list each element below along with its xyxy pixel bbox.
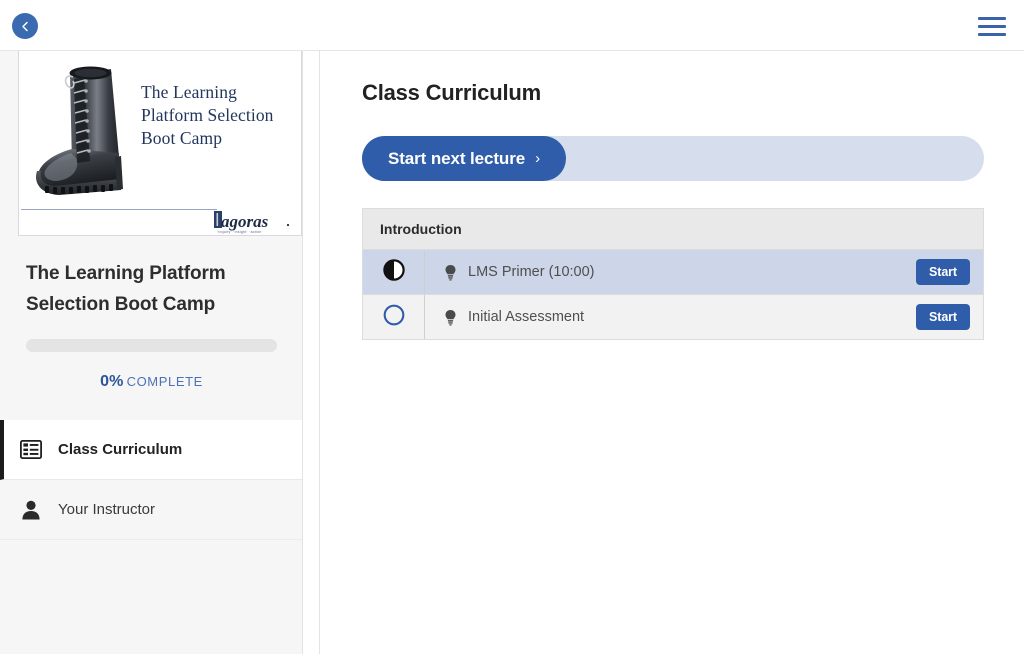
lesson-title: Initial Assessment (468, 309, 585, 325)
tagoras-logo: agoras ·inquiry· ·insight· ·action· (214, 211, 290, 234)
start-button[interactable]: Start (916, 259, 970, 285)
table-row[interactable]: Initial Assessment Start (363, 295, 983, 340)
main-content: Class Curriculum Start next lecture › In… (321, 51, 1024, 654)
hamburger-menu-icon (978, 16, 1006, 20)
hamburger-menu-icon-bar-2 (978, 24, 1006, 28)
page-title: Class Curriculum (362, 80, 541, 105)
lesson-body: Initial Assessment (425, 295, 916, 339)
lesson-action-cell: Start (916, 250, 983, 294)
course-progress-label: 0% COMPLETE (26, 373, 277, 391)
svg-text:·inquiry· ·insight· ·action·: ·inquiry· ·insight· ·action· (217, 230, 263, 234)
curriculum-section-header: Introduction (363, 209, 983, 250)
svg-text:agoras: agoras (221, 212, 269, 231)
sidebar-scroll-gutter (303, 51, 320, 654)
lightbulb-icon (444, 308, 458, 326)
back-button[interactable] (12, 13, 38, 39)
sidebar-item-your-instructor[interactable]: Your Instructor (0, 480, 302, 540)
next-lecture-track: Start next lecture › (362, 136, 984, 181)
lesson-status-cell (363, 250, 425, 294)
person-icon (18, 497, 44, 523)
table-row[interactable]: LMS Primer (10:00) Start (363, 250, 983, 295)
hamburger-menu-icon-bar-3 (978, 32, 1006, 36)
course-thumbnail-card: The Learning Platform Selection Boot Cam… (18, 51, 302, 236)
lesson-action-cell: Start (916, 295, 983, 339)
course-progress-bar (26, 339, 277, 352)
sidebar-item-label: Class Curriculum (58, 441, 183, 458)
combat-boot-photo (35, 66, 123, 195)
start-button[interactable]: Start (916, 304, 970, 330)
chevron-right-icon: › (535, 150, 540, 167)
empty-circle-icon (383, 304, 405, 331)
sidebar-item-class-curriculum[interactable]: Class Curriculum (0, 420, 302, 480)
course-card-title: The Learning Platform Selection Boot Cam… (141, 82, 274, 148)
progress-percent: 0% (100, 373, 124, 390)
lesson-title: LMS Primer (10:00) (468, 264, 595, 280)
sidebar-nav: Class Curriculum Your Instructor (0, 420, 302, 540)
sidebar-item-label: Your Instructor (58, 501, 155, 518)
course-player-page: The Learning Platform Selection Boot Cam… (0, 0, 1024, 654)
start-next-lecture-button[interactable]: Start next lecture › (362, 136, 566, 181)
chevron-left-icon (19, 20, 32, 33)
section-title: Introduction (380, 221, 462, 237)
curriculum-table: Introduction LMS Primer (10:00) Start In… (362, 208, 984, 340)
lesson-status-cell (363, 295, 425, 339)
start-next-lecture-label: Start next lecture (388, 148, 526, 168)
hamburger-menu-button[interactable] (978, 13, 1006, 39)
lightbulb-icon (444, 263, 458, 281)
half-filled-circle-icon (382, 258, 405, 286)
lesson-body: LMS Primer (10:00) (425, 250, 916, 294)
top-bar (0, 0, 1024, 51)
sidebar-course-title: The Learning Platform Selection Boot Cam… (26, 263, 226, 315)
sidebar: The Learning Platform Selection Boot Cam… (0, 51, 303, 654)
course-summary: The Learning Platform Selection Boot Cam… (0, 236, 302, 391)
list-view-icon (18, 437, 44, 463)
progress-complete-word: COMPLETE (126, 374, 203, 389)
course-card-divider (21, 209, 217, 210)
